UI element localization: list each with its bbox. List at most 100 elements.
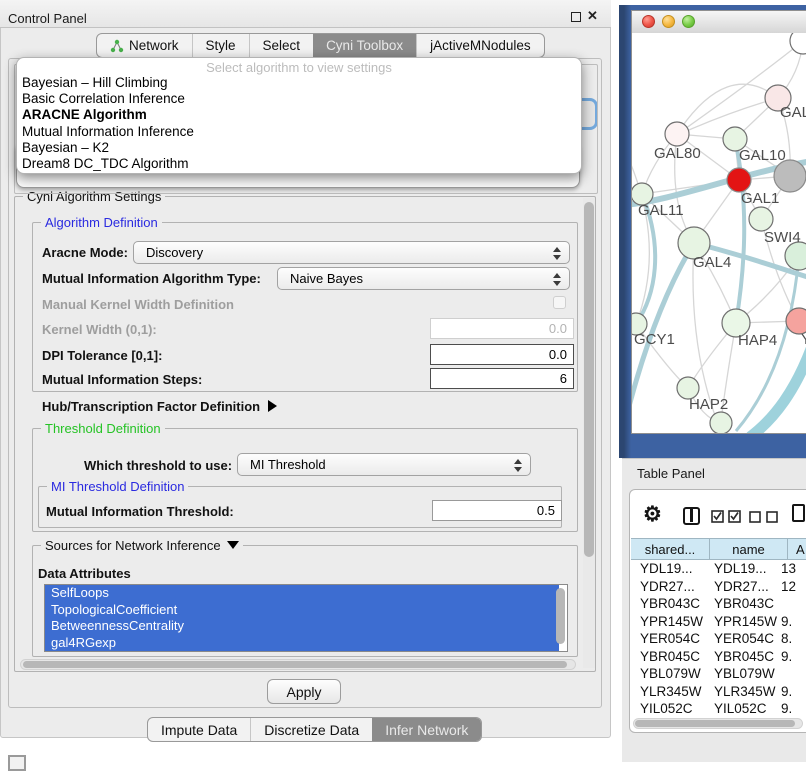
cell: 8. [778, 631, 806, 646]
cell: YLR345W [631, 684, 705, 699]
table-row[interactable]: YLR345WYLR345W9. [631, 683, 806, 701]
network-icon [110, 39, 124, 53]
table-row[interactable]: YBR043CYBR043C [631, 595, 806, 613]
minimize-traffic-light-icon[interactable] [662, 15, 675, 28]
settings-horizontal-scrollbar[interactable] [20, 659, 576, 670]
tab-style[interactable]: Style [192, 34, 249, 57]
tab-discretize-data[interactable]: Discretize Data [250, 718, 372, 741]
mi-type-label: Mutual Information Algorithm Type: [42, 271, 261, 286]
cell: YBR045C [705, 649, 778, 664]
table-row[interactable]: YBL079WYBL079W [631, 665, 806, 683]
network-window-titlebar[interactable] [632, 11, 806, 34]
list-item[interactable]: SelfLoops [45, 585, 559, 602]
table-row[interactable]: YER054CYER054C8. [631, 630, 806, 648]
which-threshold-select[interactable]: MI Threshold [237, 453, 531, 476]
group-title: Threshold Definition [41, 421, 165, 436]
cell: YBL079W [631, 666, 705, 681]
selected-value: Naive Bayes [290, 271, 363, 286]
dropdown-item[interactable]: Dream8 DC_TDC Algorithm [17, 156, 581, 172]
node-label: HAP2 [689, 396, 728, 413]
control-panel-titlebar[interactable] [0, 0, 611, 28]
hub-definition-label: Hub/Transcription Factor Definition [42, 399, 260, 414]
cell: 12 [778, 579, 806, 594]
mi-threshold-field[interactable] [432, 500, 562, 521]
select-all-checks-icon[interactable] [711, 510, 743, 524]
table-row[interactable]: YIL052CYIL052C9. [631, 700, 806, 717]
selected-value: MI Threshold [250, 457, 326, 472]
cell: 13 [778, 561, 806, 576]
cell: YBR043C [631, 596, 705, 611]
deselect-all-checks-icon[interactable] [749, 511, 781, 524]
tab-jactivemnodules[interactable]: jActiveMNodules [416, 34, 544, 57]
tab-infer-network[interactable]: Infer Network [372, 718, 481, 741]
mi-type-select[interactable]: Naive Bayes [277, 267, 570, 290]
table-panel-title: Table Panel [637, 466, 705, 481]
manual-kernel-label: Manual Kernel Width Definition [42, 297, 234, 312]
close-icon[interactable]: ✕ [587, 8, 598, 24]
close-traffic-light-icon[interactable] [642, 15, 655, 28]
network-canvas[interactable]: GAL GAL80 GAL10 GAL1 GAL11 SWI4 GAL4 GCY… [632, 33, 806, 433]
node[interactable] [710, 412, 732, 433]
data-attributes-list[interactable]: SelfLoops TopologicalCoefficient Between… [44, 584, 568, 652]
hub-definition-toggle[interactable]: Hub/Transcription Factor Definition [42, 399, 277, 414]
node-gray[interactable] [774, 160, 806, 192]
algorithm-dropdown-popup: Select algorithm to view settings Bayesi… [16, 57, 582, 174]
cell: YDL19... [705, 561, 778, 576]
dpi-tolerance-label: DPI Tolerance [0,1]: [42, 348, 162, 363]
settings-vertical-scrollbar[interactable] [583, 198, 595, 668]
node-gal1-red[interactable] [727, 168, 751, 192]
network-graph: GAL GAL80 GAL10 GAL1 GAL11 SWI4 GAL4 GCY… [632, 33, 806, 433]
cell: 9. [778, 684, 806, 699]
tab-impute-data[interactable]: Impute Data [148, 718, 250, 741]
aracne-mode-select[interactable]: Discovery [133, 241, 570, 264]
tab-select[interactable]: Select [249, 34, 314, 57]
node-swi4[interactable] [749, 207, 773, 231]
new-table-icon[interactable] [792, 504, 805, 522]
list-item[interactable]: gal4RGexp [45, 635, 559, 652]
float-window-icon[interactable] [571, 12, 581, 22]
list-item[interactable]: TopologicalCoefficient [45, 602, 559, 619]
cell: YBR045C [631, 649, 705, 664]
maximize-traffic-light-icon[interactable] [682, 15, 695, 28]
dropdown-item[interactable]: Bayesian – K2 [17, 140, 581, 156]
list-scrollbar[interactable] [556, 588, 565, 644]
dropdown-item-selected[interactable]: ARACNE Algorithm [17, 107, 581, 123]
control-panel-tabs: Network Style Select Cyni Toolbox jActiv… [96, 33, 545, 58]
kernel-width-field[interactable] [430, 318, 574, 339]
cell: YDR27... [631, 579, 705, 594]
dropdown-item[interactable]: Bayesian – Hill Climbing [17, 75, 581, 91]
table-horizontal-scrollbar[interactable] [633, 718, 803, 729]
which-threshold-label: Which threshold to use: [84, 458, 232, 473]
dropdown-item[interactable]: Basic Correlation Inference [17, 91, 581, 107]
node-label: GAL1 [741, 190, 779, 207]
node[interactable] [785, 242, 806, 270]
cell: YER054C [705, 631, 778, 646]
list-item[interactable]: BetweennessCentrality [45, 618, 559, 635]
node[interactable] [790, 33, 806, 54]
mi-steps-field[interactable] [430, 368, 574, 389]
sources-toggle[interactable]: Sources for Network Inference [41, 538, 243, 553]
table-body[interactable]: YDL19...YDL19...13 YDR27...YDR27...12 YB… [631, 560, 806, 717]
dropdown-item[interactable]: Mutual Information Inference [17, 124, 581, 140]
manual-kernel-checkbox[interactable] [553, 296, 566, 309]
column-header-name[interactable]: name [710, 538, 788, 560]
cyni-bottom-tabs: Impute Data Discretize Data Infer Networ… [147, 717, 482, 742]
gear-icon[interactable]: ⚙ [643, 504, 662, 526]
cell: YBL079W [705, 666, 778, 681]
node-gal80[interactable] [665, 122, 689, 146]
table-row[interactable]: YDR27...YDR27...12 [631, 578, 806, 596]
dpi-tolerance-field[interactable] [430, 344, 574, 365]
column-header-shared-name[interactable]: shared... [631, 538, 710, 560]
node-label: GAL [780, 104, 806, 121]
table-row[interactable]: YBR045CYBR045C9. [631, 648, 806, 666]
columns-icon[interactable] [683, 507, 700, 525]
table-row[interactable]: YPR145WYPR145W9. [631, 613, 806, 631]
tab-network[interactable]: Network [97, 34, 192, 57]
column-header-partial[interactable]: A [788, 538, 806, 560]
minimized-panel-icon[interactable] [8, 755, 26, 771]
group-title: MI Threshold Definition [47, 479, 188, 494]
table-row[interactable]: YDL19...YDL19...13 [631, 560, 806, 578]
tab-cyni-toolbox[interactable]: Cyni Toolbox [313, 34, 416, 57]
apply-button[interactable]: Apply [267, 679, 341, 704]
cell: YPR145W [705, 614, 778, 629]
